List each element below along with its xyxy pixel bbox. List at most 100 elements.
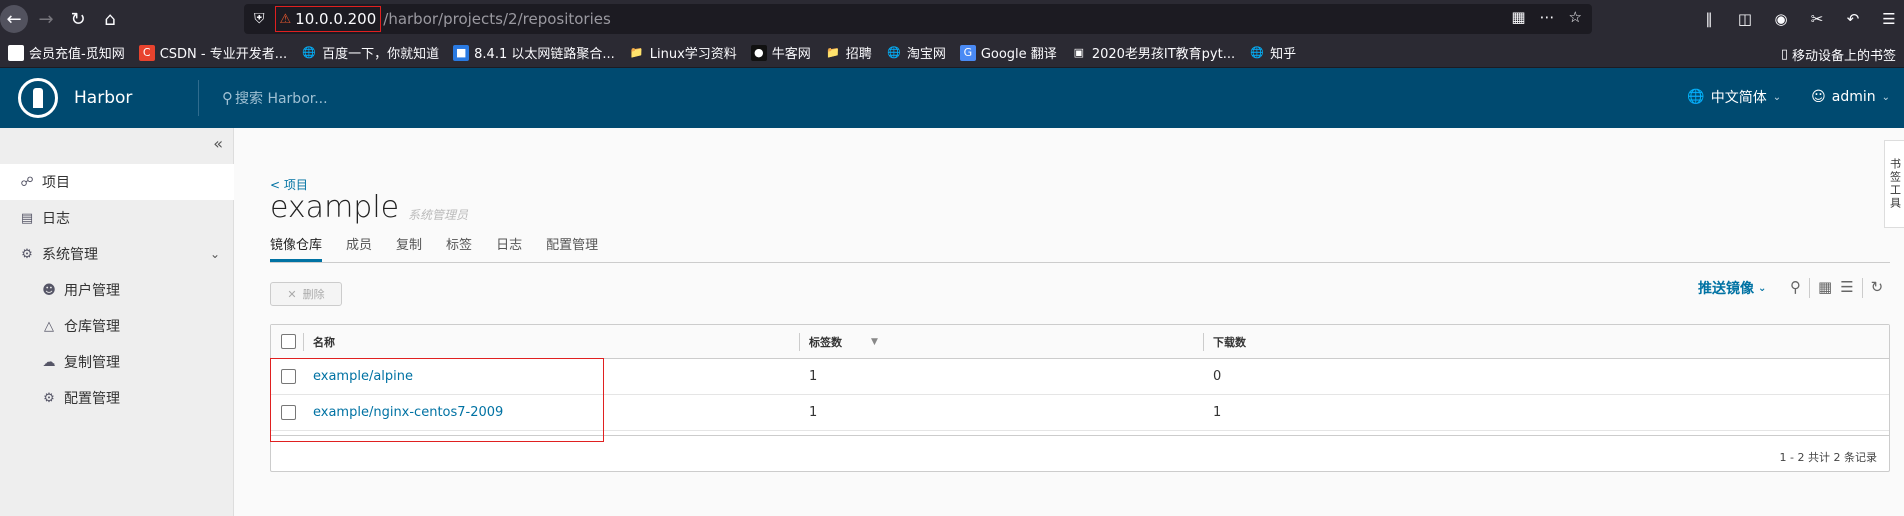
undo-icon[interactable]: ↶ — [1838, 4, 1868, 34]
sidebar-item-registries[interactable]: △ 仓库管理 — [0, 308, 234, 344]
toolbar-divider — [1809, 278, 1810, 298]
search-placeholder: 搜索 Harbor... — [235, 91, 328, 107]
back-icon[interactable]: ← — [0, 5, 28, 33]
sidebar-item-label: 配置管理 — [64, 391, 120, 407]
column-header-tags[interactable]: 标签数 — [809, 334, 842, 350]
chevron-down-icon: ⌄ — [1881, 91, 1890, 103]
insecure-lock-icon[interactable]: ⚠ — [280, 12, 292, 27]
bookmark-item[interactable]: 🌐 百度一下，你就知道 — [301, 43, 439, 62]
qr-code-icon[interactable]: ▦ — [1511, 8, 1525, 26]
sidebar-item-label: 仓库管理 — [64, 319, 120, 335]
user-icon: ☺ — [1811, 89, 1826, 105]
row-checkbox[interactable] — [281, 369, 296, 384]
sidebar-item-users[interactable]: ☻ 用户管理 — [0, 272, 234, 308]
repositories-grid: 名称 ▼ 标签数 下载数 example/alpine 1 0 example/… — [270, 324, 1890, 472]
delete-button[interactable]: ✕ 删除 — [270, 282, 342, 306]
collapse-sidebar-icon[interactable]: « — [213, 134, 223, 153]
bookmark-label: CSDN - 专业开发者... — [159, 47, 288, 62]
users-icon: ☻ — [42, 282, 56, 298]
shield-icon[interactable]: ⛨ — [254, 11, 265, 27]
menu-icon[interactable]: ☰ — [1874, 4, 1904, 34]
bookmark-label: 8.4.1 以太网链路聚合... — [474, 47, 615, 62]
toolbar-divider — [1861, 278, 1863, 298]
sidebar-item-label: 复制管理 — [64, 355, 120, 371]
mobile-bookmarks[interactable]: ▯ 移动设备上的书签 — [1781, 45, 1896, 64]
grid-header: 名称 ▼ 标签数 下载数 — [271, 325, 1889, 359]
repository-link[interactable]: example/alpine — [313, 369, 413, 384]
bookmarks-side-tab[interactable]: 书签工具 — [1884, 140, 1904, 228]
card-view-icon[interactable]: ▦ — [1818, 278, 1832, 298]
sidebar-item-configuration[interactable]: ⚙ 配置管理 — [0, 380, 234, 416]
tab-repositories[interactable]: 镜像仓库 — [270, 234, 323, 262]
bookmark-item[interactable]: G Google 翻译 — [959, 43, 1057, 62]
header-divider — [198, 80, 199, 116]
registry-icon: △ — [44, 318, 54, 334]
bookmark-item[interactable]: ■ 8.4.1 以太网链路聚合... — [453, 43, 615, 62]
search-icon: ⚲ — [222, 89, 233, 107]
tab-labels[interactable]: 标签 — [446, 234, 472, 262]
library-icon[interactable]: ∥ — [1694, 4, 1724, 34]
bookmark-item[interactable]: C CSDN - 专业开发者... — [138, 43, 288, 62]
bookmark-item[interactable]: ▣ 2020老男孩IT教育pyt... — [1070, 43, 1236, 62]
forward-icon[interactable]: → — [32, 5, 60, 33]
bookmark-item[interactable]: ● 牛客网 — [750, 43, 811, 62]
bookmark-item[interactable]: ▲ 会员充值-觅知网 — [8, 43, 125, 62]
url-bar[interactable]: ⛨ ⚠ 10.0.0.200 /harbor/projects/2/reposi… — [244, 4, 1592, 34]
reload-icon[interactable]: ↻ — [64, 5, 92, 33]
bookmark-item[interactable]: 🌐 知乎 — [1249, 43, 1296, 62]
search-icon[interactable]: ⚲ — [1790, 278, 1801, 298]
user-menu[interactable]: ☺ admin ⌄ — [1811, 89, 1890, 105]
column-divider — [1203, 333, 1204, 351]
sidebar-item-logs[interactable]: ▤ 日志 — [0, 200, 234, 236]
config-icon: ⚙ — [43, 390, 55, 406]
harbor-logo[interactable] — [18, 78, 58, 118]
browser-toolbar: ← → ↻ ⌂ ⛨ ⚠ 10.0.0.200 /harbor/projects/… — [0, 0, 1904, 38]
chevron-down-icon: ⌄ — [1772, 91, 1782, 103]
page-title: example — [270, 190, 400, 225]
chevron-down-icon: ⌄ — [1758, 282, 1767, 294]
projects-icon: ☍ — [20, 174, 34, 190]
bookmark-item[interactable]: 🌐 淘宝网 — [885, 43, 946, 62]
close-icon: ✕ — [287, 287, 297, 301]
push-image-button[interactable]: 推送镜像 ⌄ — [1698, 278, 1766, 298]
more-actions-icon[interactable]: ⋯ — [1540, 8, 1555, 26]
bookmark-icon: ■ — [453, 44, 470, 61]
tab-members[interactable]: 成员 — [346, 234, 372, 262]
filter-icon[interactable]: ▼ — [871, 337, 878, 347]
account-icon[interactable]: ◉ — [1766, 4, 1796, 34]
role-label: 系统管理员 — [408, 208, 469, 222]
app-header: Harbor ⚲ 搜索 Harbor... 🌐 中文简体 ⌄ ☺ admin ⌄ — [0, 68, 1904, 128]
row-checkbox[interactable] — [281, 405, 296, 420]
bookmark-star-icon[interactable]: ☆ — [1569, 8, 1582, 26]
nowcoder-icon: ● — [750, 44, 767, 61]
pulls-count: 1 — [1213, 405, 1222, 420]
globe-icon: 🌐 — [301, 44, 318, 61]
tab-logs[interactable]: 日志 — [496, 234, 522, 262]
bookmark-label: 2020老男孩IT教育pyt... — [1091, 47, 1236, 62]
sidebar-item-replications[interactable]: ☁ 复制管理 — [0, 344, 234, 380]
table-row: example/nginx-centos7-2009 1 1 — [271, 395, 1889, 431]
list-view-icon[interactable]: ☰ — [1840, 278, 1853, 298]
column-header-name[interactable]: 名称 — [313, 334, 335, 350]
bookmark-label: 招聘 — [845, 47, 872, 62]
repository-link[interactable]: example/nginx-centos7-2009 — [313, 405, 503, 420]
column-header-pulls[interactable]: 下载数 — [1213, 334, 1246, 350]
tab-replication[interactable]: 复制 — [396, 234, 422, 262]
sidebar-icon[interactable]: ◫ — [1730, 4, 1760, 34]
folder-icon: 📁 — [824, 44, 841, 61]
sidebar-item-projects[interactable]: ☍ 项目 — [0, 164, 234, 200]
project-tabs: 镜像仓库 成员 复制 标签 日志 配置管理 — [270, 234, 622, 262]
home-icon[interactable]: ⌂ — [96, 5, 124, 33]
select-all-checkbox[interactable] — [281, 334, 296, 349]
app-title[interactable]: Harbor — [74, 88, 132, 108]
search-input[interactable]: ⚲ 搜索 Harbor... — [222, 88, 328, 108]
tab-configuration[interactable]: 配置管理 — [546, 234, 598, 262]
pagination-summary: 1 - 2 共计 2 条记录 — [1779, 451, 1877, 464]
screenshot-icon[interactable]: ✂ — [1802, 4, 1832, 34]
bookmark-item[interactable]: 📁 Linux学习资料 — [628, 43, 737, 62]
bookmark-item[interactable]: 📁 招聘 — [824, 43, 872, 62]
grid-footer: 1 - 2 共计 2 条记录 — [271, 435, 1889, 473]
refresh-icon[interactable]: ↻ — [1871, 278, 1884, 298]
language-selector[interactable]: 🌐 中文简体 ⌄ — [1687, 87, 1781, 107]
sidebar-item-admin[interactable]: ⚙ 系统管理 ⌄ — [0, 236, 234, 272]
